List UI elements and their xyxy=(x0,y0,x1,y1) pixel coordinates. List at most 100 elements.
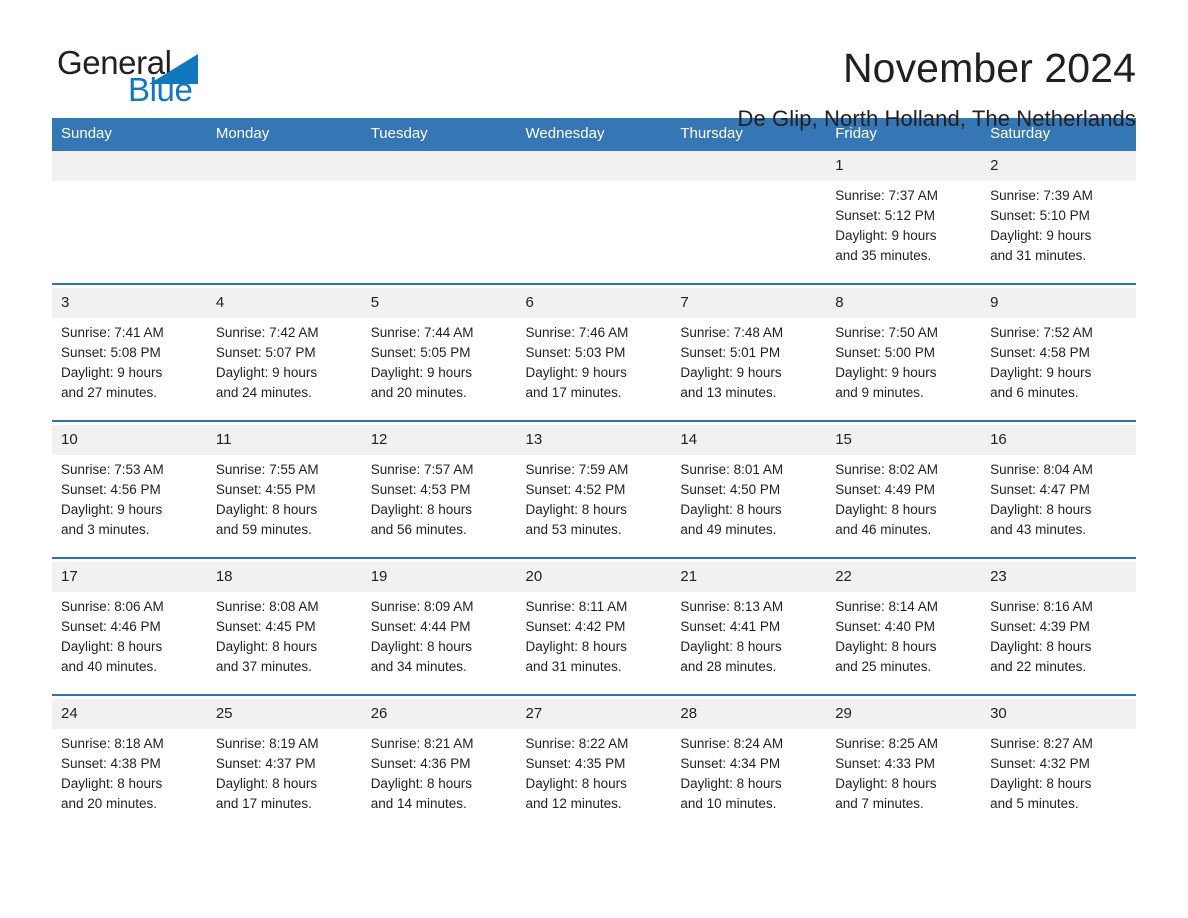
day-info-cell[interactable]: Sunrise: 8:14 AM Sunset: 4:40 PM Daylight:… xyxy=(826,592,982,690)
daylight-line: Daylight: 8 hours xyxy=(680,502,782,517)
day-info-cell[interactable]: Sunrise: 7:39 AM Sunset: 5:10 PM Daylight:… xyxy=(981,181,1136,279)
day-number-cell[interactable]: 23 xyxy=(981,562,1136,592)
day-number-cell[interactable]: 16 xyxy=(981,425,1136,455)
day-number-cell[interactable]: 6 xyxy=(516,288,672,318)
day-number-cell[interactable]: 29 xyxy=(826,699,982,729)
day-number-cell[interactable]: 4 xyxy=(206,288,362,318)
day-number-cell[interactable]: 21 xyxy=(671,562,827,592)
daylight-line: Daylight: 8 hours xyxy=(835,639,937,654)
day-info-cell[interactable]: Sunrise: 7:46 AM Sunset: 5:03 PM Daylight:… xyxy=(516,318,672,416)
day-info-cell[interactable]: Sunrise: 8:18 AM Sunset: 4:38 PM Daylight:… xyxy=(52,729,207,827)
day-info-cell[interactable]: Sunrise: 7:42 AM Sunset: 5:07 PM Daylight:… xyxy=(206,318,362,416)
sunrise-line: Sunrise: 7:59 AM xyxy=(525,462,629,477)
sunset-line: Sunset: 4:44 PM xyxy=(370,619,471,634)
day-number-cell[interactable]: 15 xyxy=(826,425,982,455)
day-info-cell[interactable]: Sunrise: 8:27 AM Sunset: 4:32 PM Daylight:… xyxy=(981,729,1136,827)
day-info-row: Sunrise: 8:18 AM Sunset: 4:38 PM Daylight:… xyxy=(52,729,1136,827)
sunrise-line: Sunrise: 8:04 AM xyxy=(990,462,1093,477)
day-number-row: 10 11 12 13 14 15 16 xyxy=(52,425,1136,455)
day-info-cell[interactable]: Sunrise: 7:48 AM Sunset: 5:01 PM Daylight:… xyxy=(671,318,827,416)
sunrise-line: Sunrise: 8:19 AM xyxy=(215,736,319,751)
daylight-line: Daylight: 8 hours xyxy=(61,776,163,791)
day-info-cell[interactable]: Sunrise: 8:11 AM Sunset: 4:42 PM Daylight:… xyxy=(516,592,672,690)
day-info-row: Sunrise: 7:53 AM Sunset: 4:56 PM Daylight:… xyxy=(52,455,1136,553)
day-info-cell[interactable]: Sunrise: 8:09 AM Sunset: 4:44 PM Daylight:… xyxy=(361,592,517,690)
sunrise-line: Sunrise: 8:13 AM xyxy=(680,599,784,614)
logo-text-blue: Blue xyxy=(128,71,193,108)
day-info-cell[interactable]: Sunrise: 8:24 AM Sunset: 4:34 PM Daylight:… xyxy=(671,729,827,827)
day-info-cell[interactable]: Sunrise: 7:44 AM Sunset: 5:05 PM Daylight:… xyxy=(361,318,517,416)
day-number-cell[interactable]: 8 xyxy=(826,288,982,318)
day-number-cell[interactable]: 10 xyxy=(52,425,207,455)
day-info-cell[interactable]: Sunrise: 7:59 AM Sunset: 4:52 PM Daylight:… xyxy=(516,455,672,553)
day-info-cell[interactable]: Sunrise: 8:25 AM Sunset: 4:33 PM Daylight:… xyxy=(826,729,982,827)
day-number-cell[interactable]: 11 xyxy=(206,425,362,455)
day-info-cell[interactable]: Sunrise: 7:37 AM Sunset: 5:12 PM Daylight:… xyxy=(826,181,982,279)
day-info-cell-empty xyxy=(516,181,672,279)
sunset-line: Sunset: 5:10 PM xyxy=(990,208,1090,223)
sunrise-line: Sunrise: 8:14 AM xyxy=(835,599,939,614)
day-info-cell-empty xyxy=(52,181,207,279)
day-number-cell[interactable]: 7 xyxy=(671,288,827,318)
sunrise-line: Sunrise: 8:18 AM xyxy=(61,736,164,751)
day-number-cell[interactable]: 2 xyxy=(981,151,1136,181)
day-number-cell[interactable]: 22 xyxy=(826,562,982,592)
day-info-cell[interactable]: Sunrise: 8:16 AM Sunset: 4:39 PM Daylight:… xyxy=(981,592,1136,690)
weekday-header-sunday: Sunday xyxy=(52,118,207,151)
day-info-cell[interactable]: Sunrise: 7:57 AM Sunset: 4:53 PM Daylight:… xyxy=(361,455,517,553)
day-number-cell[interactable]: 30 xyxy=(981,699,1136,729)
sunset-line: Sunset: 5:12 PM xyxy=(835,208,936,223)
day-info-cell[interactable]: Sunrise: 7:50 AM Sunset: 5:00 PM Daylight:… xyxy=(826,318,982,416)
day-number-cell[interactable]: 3 xyxy=(52,288,207,318)
daylight-line-cont: and 6 minutes. xyxy=(990,385,1079,400)
day-number-row: 17 18 19 20 21 22 23 xyxy=(52,562,1136,592)
day-number-cell[interactable]: 25 xyxy=(206,699,362,729)
daylight-line: Daylight: 9 hours xyxy=(61,502,163,517)
day-number-cell[interactable]: 24 xyxy=(52,699,207,729)
day-number-cell[interactable]: 9 xyxy=(981,288,1136,318)
daylight-line-cont: and 17 minutes. xyxy=(215,796,312,811)
daylight-line-cont: and 9 minutes. xyxy=(835,385,924,400)
daylight-line: Daylight: 8 hours xyxy=(680,639,782,654)
day-info-cell[interactable]: Sunrise: 8:13 AM Sunset: 4:41 PM Daylight:… xyxy=(671,592,827,690)
day-number-cell[interactable]: 19 xyxy=(361,562,517,592)
day-info-cell[interactable]: Sunrise: 8:06 AM Sunset: 4:46 PM Daylight:… xyxy=(52,592,207,690)
day-info-cell[interactable]: Sunrise: 8:02 AM Sunset: 4:49 PM Daylight:… xyxy=(826,455,982,553)
day-info-cell[interactable]: Sunrise: 7:53 AM Sunset: 4:56 PM Daylight:… xyxy=(52,455,207,553)
sunrise-line: Sunrise: 7:44 AM xyxy=(370,325,474,340)
day-number-cell[interactable]: 14 xyxy=(671,425,827,455)
sunrise-line: Sunrise: 8:09 AM xyxy=(370,599,474,614)
day-number-cell[interactable]: 5 xyxy=(361,288,517,318)
day-number-cell[interactable]: 27 xyxy=(516,699,672,729)
day-info-cell[interactable]: Sunrise: 7:41 AM Sunset: 5:08 PM Daylight:… xyxy=(52,318,207,416)
day-info-row: Sunrise: 8:06 AM Sunset: 4:46 PM Daylight:… xyxy=(52,592,1136,690)
week-separator-cell xyxy=(52,690,1136,699)
day-number-cell[interactable]: 28 xyxy=(671,699,827,729)
day-info-cell[interactable]: Sunrise: 8:21 AM Sunset: 4:36 PM Daylight:… xyxy=(361,729,517,827)
day-number-cell[interactable]: 12 xyxy=(361,425,517,455)
day-info-cell[interactable]: Sunrise: 7:55 AM Sunset: 4:55 PM Daylight:… xyxy=(206,455,362,553)
day-info-cell[interactable]: Sunrise: 7:52 AM Sunset: 4:58 PM Daylight:… xyxy=(981,318,1136,416)
sunrise-line: Sunrise: 7:48 AM xyxy=(680,325,784,340)
generalblue-logo[interactable]: General Blue xyxy=(52,44,202,108)
sunrise-line: Sunrise: 8:22 AM xyxy=(525,736,629,751)
day-info-cell[interactable]: Sunrise: 8:22 AM Sunset: 4:35 PM Daylight:… xyxy=(516,729,672,827)
day-info-cell[interactable]: Sunrise: 8:01 AM Sunset: 4:50 PM Daylight:… xyxy=(671,455,827,553)
sunset-line: Sunset: 4:33 PM xyxy=(835,756,936,771)
day-info-cell[interactable]: Sunrise: 8:08 AM Sunset: 4:45 PM Daylight:… xyxy=(206,592,362,690)
day-number-cell[interactable]: 26 xyxy=(361,699,517,729)
day-number-cell[interactable]: 1 xyxy=(826,151,982,181)
day-number-cell[interactable]: 18 xyxy=(206,562,362,592)
week-separator xyxy=(52,279,1136,288)
sunset-line: Sunset: 4:38 PM xyxy=(61,756,161,771)
daylight-line: Daylight: 8 hours xyxy=(525,502,627,517)
daylight-line-cont: and 10 minutes. xyxy=(680,796,777,811)
day-number-cell[interactable]: 20 xyxy=(516,562,672,592)
day-info-cell[interactable]: Sunrise: 8:19 AM Sunset: 4:37 PM Daylight:… xyxy=(206,729,362,827)
day-number-cell[interactable]: 17 xyxy=(52,562,207,592)
sunset-line: Sunset: 5:01 PM xyxy=(680,345,781,360)
sunrise-line: Sunrise: 7:52 AM xyxy=(990,325,1093,340)
daylight-line-cont: and 49 minutes. xyxy=(680,522,777,537)
day-number-cell[interactable]: 13 xyxy=(516,425,672,455)
day-info-cell[interactable]: Sunrise: 8:04 AM Sunset: 4:47 PM Daylight:… xyxy=(981,455,1136,553)
